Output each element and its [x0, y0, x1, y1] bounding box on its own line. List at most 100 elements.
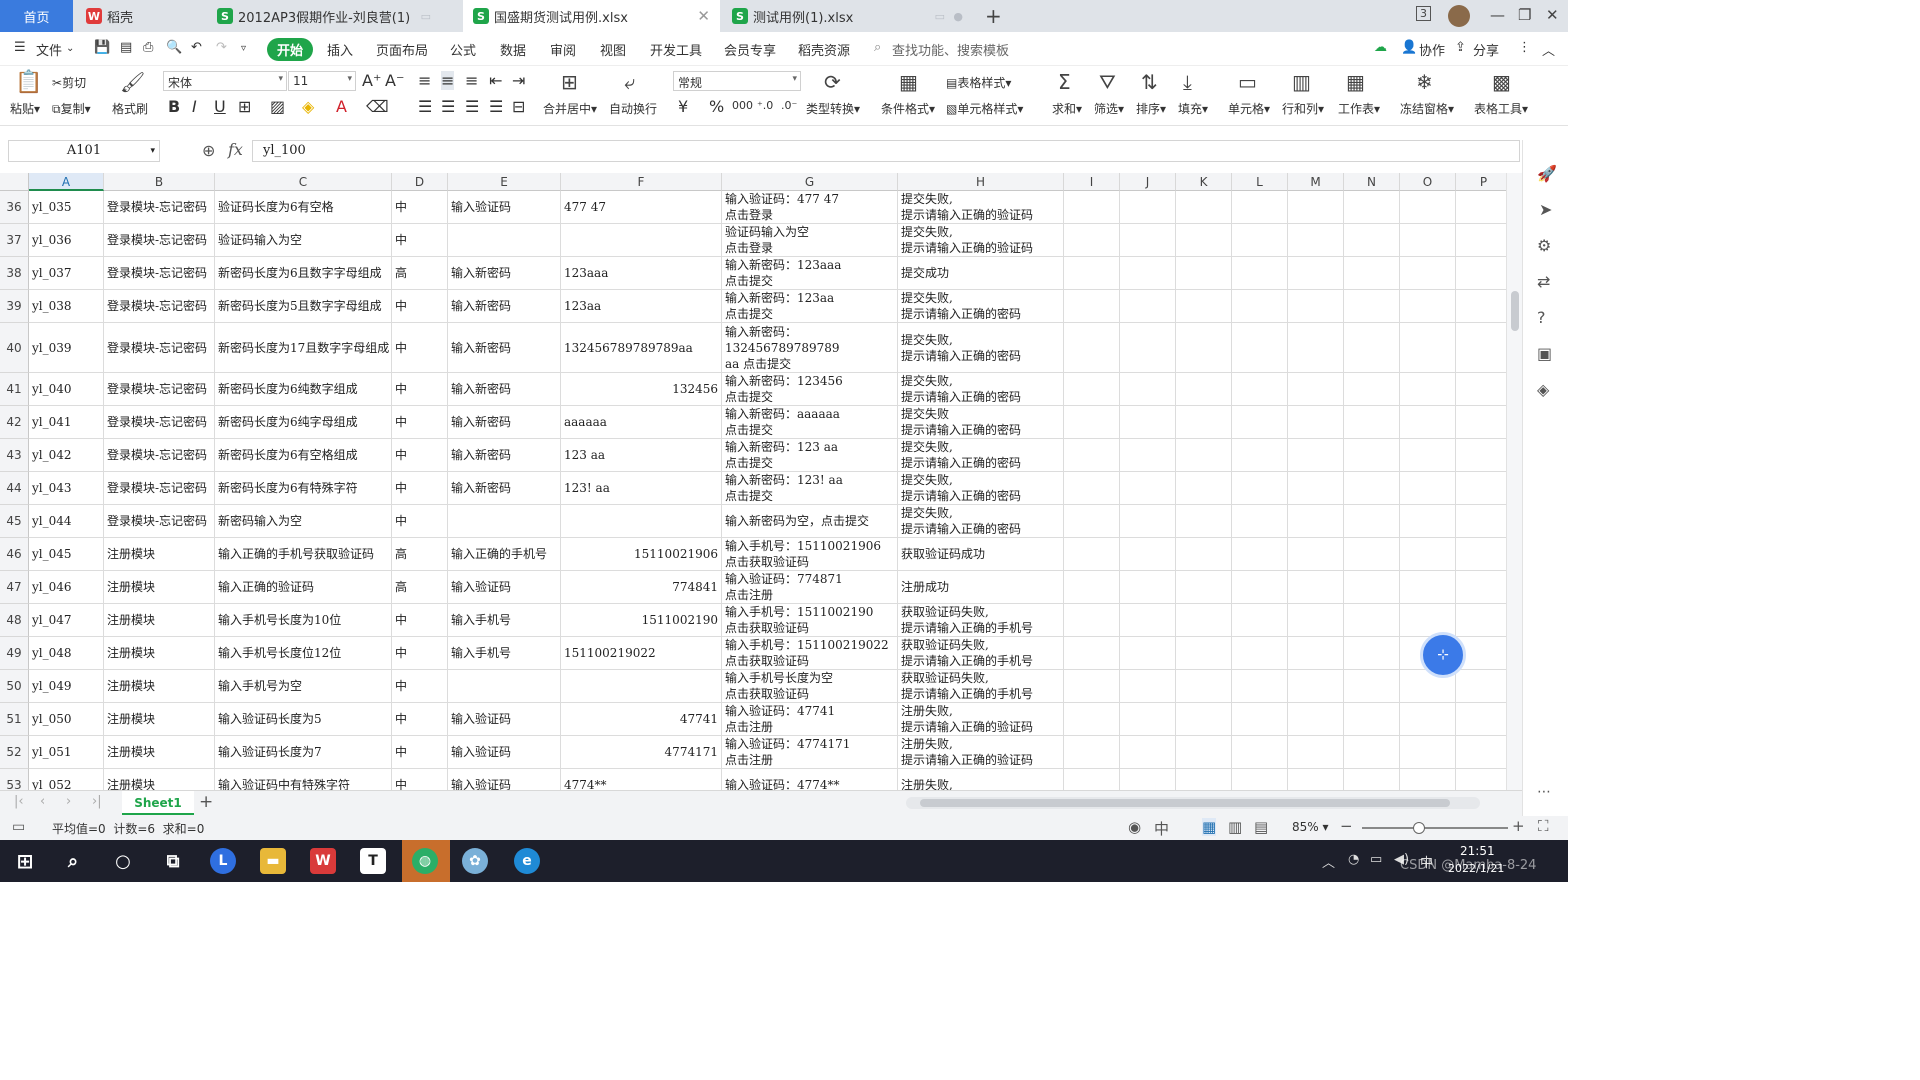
zoom-in-icon[interactable]: +	[1512, 817, 1525, 835]
decrease-decimal-icon[interactable]: .0⁻	[781, 99, 797, 112]
table-cell[interactable]: yl_037	[29, 257, 104, 290]
table-cell[interactable]: 高	[392, 538, 448, 571]
table-cell[interactable]: 提交失败, 提示请输入正确的密码	[898, 290, 1064, 323]
fullscreen-icon[interactable]: ⛶	[1538, 817, 1549, 835]
italic-icon[interactable]: I	[192, 97, 197, 116]
adjust-sliders-icon[interactable]: ⚙	[1537, 236, 1551, 255]
wrap-text-icon[interactable]: ⤶	[624, 70, 635, 94]
table-cell[interactable]: 登录模块-忘记密码	[104, 224, 215, 257]
table-cell[interactable]	[1344, 224, 1400, 257]
formula-input[interactable]: yl_100	[252, 140, 1520, 162]
row-header[interactable]: 38	[0, 257, 29, 290]
table-cell[interactable]: 登录模块-忘记密码	[104, 505, 215, 538]
table-cell[interactable]: aaaaaa	[561, 406, 722, 439]
table-cell[interactable]: 输入手机号：15110021906 点击获取验证码	[722, 538, 898, 571]
table-cell[interactable]: 输入正确的手机号获取验证码	[215, 538, 392, 571]
table-cell[interactable]: 774841	[561, 571, 722, 604]
table-cell[interactable]	[1288, 703, 1344, 736]
table-cell[interactable]	[448, 670, 561, 703]
table-cell[interactable]: 输入手机号	[448, 604, 561, 637]
table-cell[interactable]	[1288, 505, 1344, 538]
format-painter-icon[interactable]: 🖌	[120, 70, 145, 94]
table-cell[interactable]: 477 47	[561, 191, 722, 224]
table-cell[interactable]: 提交失败, 提示请输入正确的密码	[898, 323, 1064, 373]
zoom-level[interactable]: 85% ▾	[1292, 820, 1329, 834]
row-header[interactable]: 44	[0, 472, 29, 505]
column-header[interactable]: N	[1344, 173, 1400, 191]
table-cell[interactable]	[1232, 670, 1288, 703]
table-cell[interactable]: 注册模块	[104, 571, 215, 604]
table-cell[interactable]	[1176, 538, 1232, 571]
table-cell[interactable]	[1288, 224, 1344, 257]
table-cell[interactable]: 注册失败, 提示请输入正确的验证码	[898, 736, 1064, 769]
table-cell[interactable]	[1400, 769, 1456, 790]
table-cell[interactable]: 获取验证码失败, 提示请输入正确的手机号	[898, 670, 1064, 703]
align-center-icon[interactable]: ☰	[441, 97, 455, 116]
type-convert-icon[interactable]: ⟳	[824, 70, 841, 94]
sum-icon[interactable]: Σ	[1058, 70, 1071, 94]
table-cell[interactable]	[1232, 406, 1288, 439]
vertical-scrollbar[interactable]	[1506, 173, 1522, 790]
table-cell[interactable]	[1344, 257, 1400, 290]
table-cell[interactable]	[1400, 290, 1456, 323]
table-cell[interactable]	[1120, 637, 1176, 670]
table-cell[interactable]: 提交失败, 提示请输入正确的验证码	[898, 191, 1064, 224]
table-cell[interactable]	[1456, 769, 1506, 790]
align-top-icon[interactable]: ≡	[418, 71, 431, 90]
table-cell[interactable]	[1288, 472, 1344, 505]
table-cell[interactable]	[1176, 406, 1232, 439]
table-cell[interactable]	[1064, 373, 1120, 406]
row-header[interactable]: 45	[0, 505, 29, 538]
table-cell[interactable]: 登录模块-忘记密码	[104, 373, 215, 406]
table-cell[interactable]	[561, 670, 722, 703]
paste-button[interactable]: 粘贴▾	[10, 100, 40, 117]
table-cell[interactable]	[1344, 505, 1400, 538]
menu-file[interactable]: 文件	[36, 40, 62, 59]
row-header[interactable]: 36	[0, 191, 29, 224]
table-cell[interactable]: yl_038	[29, 290, 104, 323]
table-cell[interactable]	[1456, 538, 1506, 571]
table-cell[interactable]	[1176, 736, 1232, 769]
table-tools-button[interactable]: 表格工具▾	[1474, 100, 1528, 117]
chevron-down-icon[interactable]: ⌄	[66, 43, 74, 54]
feature-search-field[interactable]: 查找功能、搜索模板	[892, 40, 1009, 59]
table-cell[interactable]	[1456, 323, 1506, 373]
table-cell[interactable]	[1344, 406, 1400, 439]
borders-icon[interactable]: ⊞	[238, 97, 251, 116]
table-cell[interactable]: 注册模块	[104, 604, 215, 637]
table-cell[interactable]: 高	[392, 571, 448, 604]
table-cell[interactable]: yl_050	[29, 703, 104, 736]
filter-icon[interactable]: ⛛	[1099, 70, 1116, 94]
table-cell[interactable]	[1288, 571, 1344, 604]
table-cell[interactable]	[448, 505, 561, 538]
table-cell[interactable]: 输入正确的手机号	[448, 538, 561, 571]
bold-icon[interactable]: B	[168, 97, 180, 116]
more-icon[interactable]: ⋯	[1537, 784, 1551, 800]
format-painter-button[interactable]: 格式刷	[112, 100, 148, 117]
fill-color-icon[interactable]: ◈	[302, 97, 314, 116]
table-cell[interactable]	[1344, 604, 1400, 637]
table-cell[interactable]: 注册成功	[898, 571, 1064, 604]
wps-office-icon[interactable]: W	[310, 848, 336, 874]
clock-time[interactable]: 21:51	[1460, 844, 1495, 858]
table-cell[interactable]	[1456, 604, 1506, 637]
table-cell[interactable]	[1176, 191, 1232, 224]
help-icon[interactable]: ?	[1537, 308, 1546, 327]
menu-tab-review[interactable]: 审阅	[550, 40, 576, 59]
number-format-select[interactable]: 常规 ▾	[673, 71, 801, 91]
row-header[interactable]: 48	[0, 604, 29, 637]
table-cell[interactable]	[1344, 571, 1400, 604]
table-cell[interactable]	[1288, 323, 1344, 373]
tab-daoke[interactable]: W 稻壳	[76, 0, 204, 32]
wifi-icon[interactable]: ◔	[1348, 852, 1359, 867]
table-cell[interactable]: 输入验证码	[448, 769, 561, 790]
table-cell[interactable]: 新密码输入为空	[215, 505, 392, 538]
table-cell[interactable]	[1400, 323, 1456, 373]
table-cell[interactable]: 输入新密码：123aa 点击提交	[722, 290, 898, 323]
column-header[interactable]: C	[215, 173, 392, 191]
row-header[interactable]: 47	[0, 571, 29, 604]
column-header[interactable]: P	[1456, 173, 1506, 191]
table-cell[interactable]: 验证码输入为空	[215, 224, 392, 257]
table-cell[interactable]	[1120, 736, 1176, 769]
table-cell[interactable]	[1176, 224, 1232, 257]
